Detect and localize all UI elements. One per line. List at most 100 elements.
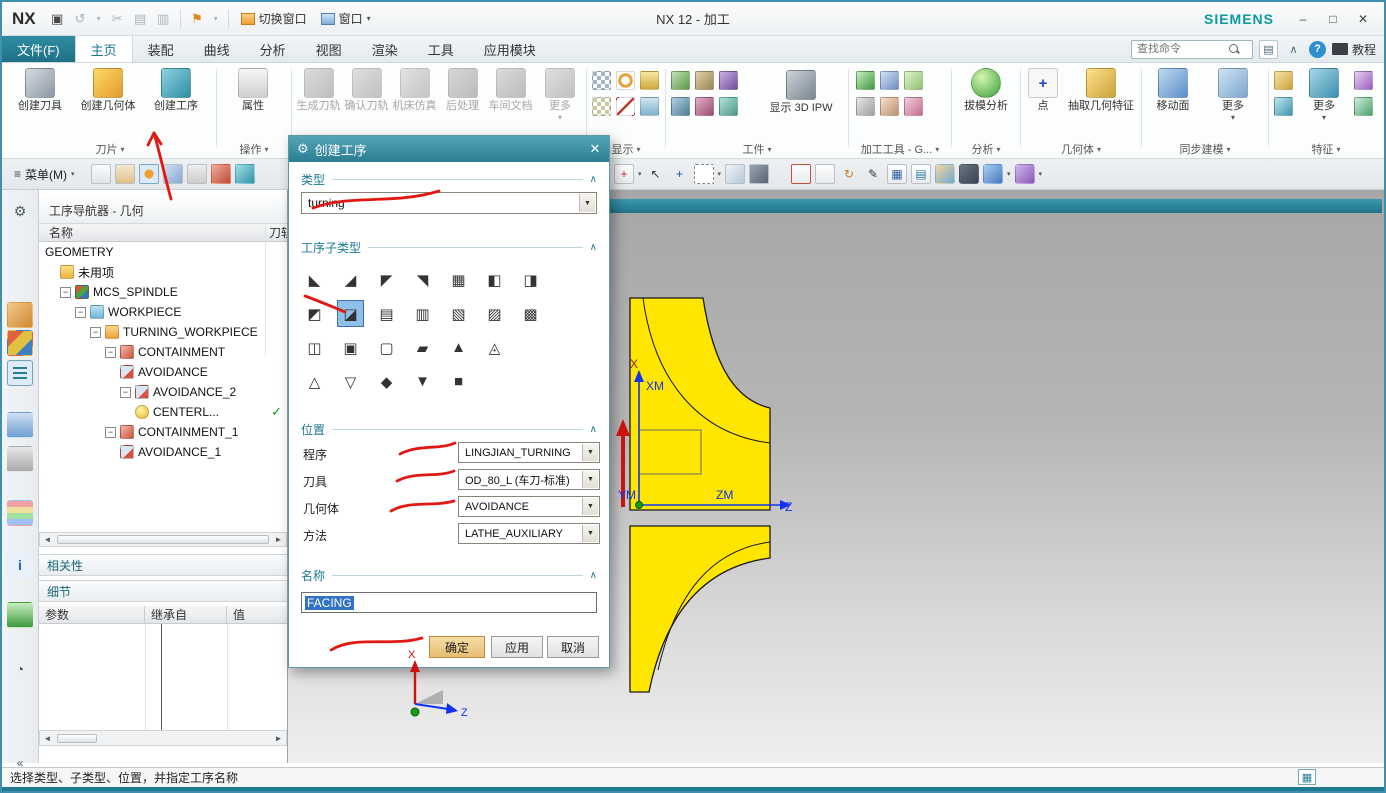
- reuse-library-icon[interactable]: [7, 500, 33, 526]
- subtype-icon-r2c0[interactable]: ◫: [301, 334, 328, 361]
- dialog-close-icon[interactable]: ✕: [581, 136, 609, 162]
- assembly-navigator-icon[interactable]: [7, 302, 33, 328]
- tree-row-unused[interactable]: 未用项: [39, 262, 287, 282]
- feature-icon[interactable]: [1354, 97, 1373, 116]
- tab-render[interactable]: 渲染: [357, 36, 413, 62]
- tree-row-avoidance-2[interactable]: − AVOIDANCE_2: [39, 382, 287, 402]
- feature-icon[interactable]: [1354, 71, 1373, 90]
- subtype-icon-r1c1[interactable]: ◪: [337, 300, 364, 327]
- render-style-icon[interactable]: [935, 164, 956, 184]
- selection-filter-icon[interactable]: [90, 164, 111, 184]
- dropdown-arrow-icon[interactable]: ▾: [996, 145, 1000, 154]
- scroll-thumb[interactable]: [57, 535, 269, 544]
- operation-navigator-icon[interactable]: [7, 360, 33, 386]
- subtype-icon-r3c2[interactable]: ◆: [373, 368, 400, 395]
- menu-button[interactable]: ≡ 菜单(M) ▾: [6, 162, 83, 186]
- details-hscrollbar[interactable]: ◄ ►: [39, 730, 287, 746]
- dropdown-arrow-icon[interactable]: ▾: [1336, 145, 1340, 154]
- help-icon[interactable]: ?: [1308, 40, 1326, 58]
- subtype-icon-r1c4[interactable]: ▧: [445, 300, 472, 327]
- workpiece-icon[interactable]: [719, 97, 738, 116]
- search-icon[interactable]: [1228, 43, 1240, 55]
- tree-row-turning-workpiece[interactable]: − TURNING_WORKPIECE: [39, 322, 287, 342]
- tree-row-avoidance-1[interactable]: AVOIDANCE_1: [39, 442, 287, 462]
- operation-name-input[interactable]: FACING: [301, 592, 597, 613]
- flag-icon[interactable]: ⚑: [187, 8, 208, 29]
- generate-toolpath-button[interactable]: 生成刀轨: [295, 65, 342, 113]
- create-tool-button[interactable]: 创建刀具: [8, 65, 72, 113]
- collapse-chevron-icon[interactable]: ∧: [590, 424, 597, 435]
- collapse-chevron-icon[interactable]: ∧: [590, 570, 597, 581]
- tool-layer-icon[interactable]: [880, 71, 899, 90]
- type-combo[interactable]: turning ▼: [301, 192, 597, 214]
- location-section-header[interactable]: 位置 ∧: [301, 420, 597, 438]
- switch-window-button[interactable]: 切换窗口: [234, 7, 314, 31]
- workpiece-icon[interactable]: [695, 97, 714, 116]
- flag-dropdown-icon[interactable]: ▾: [210, 8, 222, 29]
- scroll-right-icon[interactable]: ►: [271, 731, 286, 745]
- display-slash-icon[interactable]: [616, 97, 635, 116]
- tree-row-avoidance[interactable]: AVOIDANCE: [39, 362, 287, 382]
- program-combo[interactable]: LINGJIAN_TURNING ▼: [458, 442, 600, 463]
- grid-toggle-icon[interactable]: [186, 164, 207, 184]
- minimize-ribbon-icon[interactable]: ∧: [1284, 40, 1303, 59]
- layout-grid-icon[interactable]: ▦: [887, 164, 908, 184]
- machine-tool-navigator-icon[interactable]: [7, 412, 33, 438]
- collapse-icon[interactable]: −: [75, 306, 86, 318]
- tree-row-centerline[interactable]: CENTERL... ✓: [39, 402, 287, 422]
- cursor-icon[interactable]: ↖: [646, 164, 666, 184]
- combo-arrow-icon[interactable]: ▼: [582, 525, 598, 542]
- subtype-icon-r1c3[interactable]: ▥: [409, 300, 436, 327]
- subtype-icon-r3c4[interactable]: ■: [445, 368, 472, 395]
- snap-cross-icon[interactable]: +: [670, 164, 690, 184]
- point-button[interactable]: + 点: [1024, 65, 1062, 113]
- subtype-icon-r0c3[interactable]: ◥: [409, 266, 436, 293]
- scroll-left-icon[interactable]: ◄: [40, 731, 55, 745]
- show-3d-ipw-button[interactable]: 显示 3D IPW: [757, 67, 845, 115]
- subtype-icon-r1c5[interactable]: ▨: [481, 300, 508, 327]
- subtype-icon-r1c0[interactable]: ◩: [301, 300, 328, 327]
- tree-hscrollbar[interactable]: ◄ ►: [39, 532, 287, 547]
- collapse-icon[interactable]: −: [105, 346, 116, 358]
- cut-icon[interactable]: ✂: [107, 8, 128, 29]
- workpiece-icon[interactable]: [671, 71, 690, 90]
- dropdown-arrow-icon[interactable]: ▾: [636, 145, 640, 154]
- dropdown-arrow-icon[interactable]: ▾: [935, 145, 939, 154]
- combo-arrow-icon[interactable]: ▼: [579, 194, 595, 212]
- tab-home[interactable]: 主页: [74, 36, 133, 62]
- paint-teal-icon[interactable]: [234, 164, 255, 184]
- subtype-icon-r0c0[interactable]: ◣: [301, 266, 328, 293]
- subtype-icon-r0c6[interactable]: ◨: [517, 266, 544, 293]
- display-option-icon[interactable]: [592, 97, 611, 116]
- create-geometry-button[interactable]: 创建几何体: [74, 65, 142, 113]
- dropdown-arrow-icon[interactable]: ▾: [120, 145, 124, 154]
- subtype-icon-r1c2[interactable]: ▤: [373, 300, 400, 327]
- subtype-icon-r2c4[interactable]: ▲: [445, 334, 472, 361]
- collapse-icon[interactable]: −: [120, 386, 131, 398]
- name-section-header[interactable]: 名称 ∧: [301, 566, 597, 584]
- wireframe-cube-icon[interactable]: [749, 164, 770, 184]
- apply-button[interactable]: 应用: [491, 636, 543, 658]
- subtype-icon-r3c0[interactable]: △: [301, 368, 328, 395]
- machine-simulation-button[interactable]: 机床仿真: [391, 65, 438, 113]
- dropdown-arrow-icon[interactable]: ▾: [767, 145, 771, 154]
- scroll-right-icon[interactable]: ►: [271, 533, 286, 546]
- method-combo[interactable]: LATHE_AUXILIARY ▼: [458, 523, 600, 544]
- details-header[interactable]: 细节: [39, 580, 287, 602]
- properties-button[interactable]: 属性: [222, 65, 284, 113]
- paste-icon[interactable]: ▥: [153, 8, 174, 29]
- subtype-icon-r0c5[interactable]: ◧: [481, 266, 508, 293]
- synchronous-more-button[interactable]: 更多 ▾: [1205, 65, 1261, 122]
- scroll-thumb[interactable]: [57, 733, 97, 743]
- subtype-section-header[interactable]: 工序子类型 ∧: [301, 238, 597, 256]
- subtype-icon-r2c2[interactable]: ▢: [373, 334, 400, 361]
- tab-analysis[interactable]: 分析: [245, 36, 301, 62]
- column-toolpath[interactable]: 刀轨: [265, 224, 287, 241]
- postprocess-button[interactable]: 后处理: [439, 65, 486, 113]
- tool-tag-icon[interactable]: [904, 97, 923, 116]
- subtype-icon-r3c1[interactable]: ▽: [337, 368, 364, 395]
- copy-icon[interactable]: ▤: [130, 8, 151, 29]
- subtype-icon-r2c3[interactable]: ▰: [409, 334, 436, 361]
- tab-assembly[interactable]: 装配: [133, 36, 189, 62]
- undo-icon[interactable]: ↺: [70, 8, 91, 29]
